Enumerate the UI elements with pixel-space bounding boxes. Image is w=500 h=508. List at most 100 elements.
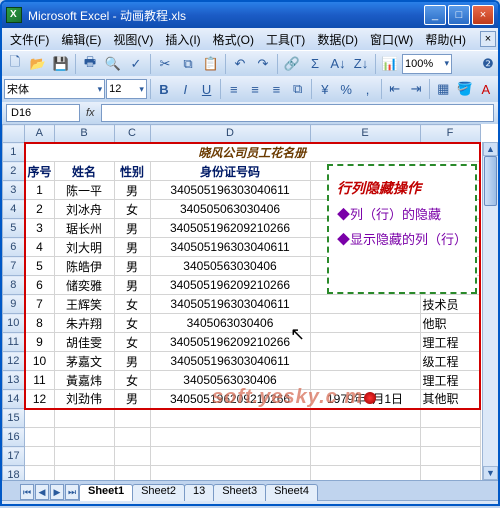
table-cell[interactable]: 朱卉翔 — [54, 314, 114, 333]
link-button[interactable]: 🔗 — [281, 53, 303, 75]
vertical-scrollbar[interactable]: ▲ ▼ — [482, 142, 498, 480]
table-cell[interactable]: 技术员 — [420, 295, 480, 314]
menu-tools[interactable]: 工具(T) — [260, 29, 311, 50]
table-cell[interactable]: 340505196303040611 — [150, 352, 310, 371]
table-cell[interactable]: 11 — [25, 371, 55, 390]
table-cell[interactable]: 刘劲伟 — [54, 390, 114, 409]
table-cell[interactable]: 3 — [25, 219, 55, 238]
menu-insert[interactable]: 插入(I) — [159, 29, 206, 50]
scroll-up-button[interactable]: ▲ — [483, 142, 498, 156]
empty-cell[interactable] — [25, 428, 55, 447]
sheet-tab[interactable]: Sheet1 — [79, 484, 133, 501]
menu-edit[interactable]: 编辑(E) — [55, 29, 107, 50]
table-cell[interactable] — [310, 333, 420, 352]
empty-cell[interactable] — [150, 447, 310, 466]
menu-window[interactable]: 窗口(W) — [364, 29, 419, 50]
comma-button[interactable]: , — [357, 78, 377, 100]
row-header-17[interactable]: 17 — [3, 447, 25, 466]
empty-cell[interactable] — [310, 428, 420, 447]
size-combo[interactable]: 12▾ — [106, 79, 147, 99]
table-cell[interactable]: 刘冰舟 — [54, 200, 114, 219]
table-cell[interactable]: 男 — [114, 219, 150, 238]
underline-button[interactable]: U — [196, 78, 216, 100]
empty-cell[interactable] — [25, 466, 55, 481]
empty-cell[interactable] — [310, 466, 420, 481]
scroll-thumb[interactable] — [484, 156, 497, 206]
formula-input[interactable] — [101, 104, 494, 122]
new-button[interactable]: 🗋 — [4, 53, 26, 75]
sort-desc-button[interactable]: Z↓ — [350, 53, 372, 75]
row-header-1[interactable]: 1 — [3, 143, 25, 162]
table-cell[interactable]: 胡佳雯 — [54, 333, 114, 352]
redo-button[interactable]: ↷ — [252, 53, 274, 75]
row-header-2[interactable]: 2 — [3, 162, 25, 181]
table-cell[interactable]: 1 — [25, 181, 55, 200]
empty-cell[interactable] — [310, 447, 420, 466]
row-header-15[interactable]: 15 — [3, 409, 25, 428]
empty-cell[interactable] — [54, 409, 114, 428]
table-cell[interactable]: 女 — [114, 333, 150, 352]
table-cell[interactable]: 琚长州 — [54, 219, 114, 238]
table-cell[interactable]: 理工程 — [420, 333, 480, 352]
sheet-tab[interactable]: Sheet2 — [132, 484, 185, 501]
fill-button[interactable]: 🪣 — [454, 78, 474, 100]
empty-cell[interactable] — [150, 409, 310, 428]
chart-button[interactable]: 📊 — [379, 53, 401, 75]
empty-cell[interactable] — [114, 466, 150, 481]
table-cell[interactable]: 茅嘉文 — [54, 352, 114, 371]
col-header-F[interactable]: F — [420, 125, 480, 143]
empty-cell[interactable] — [420, 409, 480, 428]
table-cell[interactable]: 女 — [114, 371, 150, 390]
table-cell[interactable]: 黃嘉炜 — [54, 371, 114, 390]
tab-prev-button[interactable]: ◀ — [35, 484, 49, 500]
row-header-10[interactable]: 10 — [3, 314, 25, 333]
table-cell[interactable]: 340505196303040611 — [150, 181, 310, 200]
table-cell[interactable]: 7 — [25, 295, 55, 314]
tab-last-button[interactable]: ⏭ — [65, 484, 79, 500]
spell-button[interactable]: ✓ — [125, 53, 147, 75]
table-cell[interactable]: 6 — [25, 276, 55, 295]
col-header-C[interactable]: C — [114, 125, 150, 143]
menu-format[interactable]: 格式(O) — [207, 29, 260, 50]
row-header-7[interactable]: 7 — [3, 257, 25, 276]
empty-cell[interactable] — [114, 447, 150, 466]
table-cell[interactable]: 他职 — [420, 314, 480, 333]
tab-next-button[interactable]: ▶ — [50, 484, 64, 500]
table-cell[interactable] — [310, 352, 420, 371]
row-header-11[interactable]: 11 — [3, 333, 25, 352]
table-cell[interactable]: 女 — [114, 314, 150, 333]
preview-button[interactable]: 🔍 — [102, 53, 124, 75]
table-header[interactable]: 序号 — [25, 162, 55, 181]
empty-cell[interactable] — [54, 428, 114, 447]
table-cell[interactable]: 男 — [114, 181, 150, 200]
align-center-button[interactable]: ≡ — [245, 78, 265, 100]
table-cell[interactable]: 4 — [25, 238, 55, 257]
doc-close-button[interactable]: × — [480, 31, 496, 47]
col-header-D[interactable]: D — [150, 125, 310, 143]
border-button[interactable]: ▦ — [433, 78, 453, 100]
col-header-A[interactable]: A — [25, 125, 55, 143]
maximize-button[interactable]: □ — [448, 5, 470, 25]
row-header-5[interactable]: 5 — [3, 219, 25, 238]
empty-cell[interactable] — [310, 409, 420, 428]
undo-button[interactable]: ↶ — [229, 53, 251, 75]
row-header-9[interactable]: 9 — [3, 295, 25, 314]
empty-cell[interactable] — [54, 447, 114, 466]
table-cell[interactable]: 男 — [114, 352, 150, 371]
paste-button[interactable]: 📋 — [200, 53, 222, 75]
table-cell[interactable]: 陈一平 — [54, 181, 114, 200]
empty-cell[interactable] — [150, 428, 310, 447]
table-cell[interactable]: 340505196209210266 — [150, 219, 310, 238]
sheet-tab[interactable]: Sheet4 — [265, 484, 318, 501]
table-cell[interactable]: 8 — [25, 314, 55, 333]
indent-dec-button[interactable]: ⇤ — [385, 78, 405, 100]
row-header-6[interactable]: 6 — [3, 238, 25, 257]
sum-button[interactable]: Σ — [304, 53, 326, 75]
bold-button[interactable]: B — [154, 78, 174, 100]
minimize-button[interactable]: _ — [424, 5, 446, 25]
help-button[interactable]: ❷ — [480, 55, 496, 73]
table-cell[interactable]: 级工程 — [420, 352, 480, 371]
row-header-3[interactable]: 3 — [3, 181, 25, 200]
currency-button[interactable]: ¥ — [315, 78, 335, 100]
menu-view[interactable]: 视图(V) — [107, 29, 159, 50]
